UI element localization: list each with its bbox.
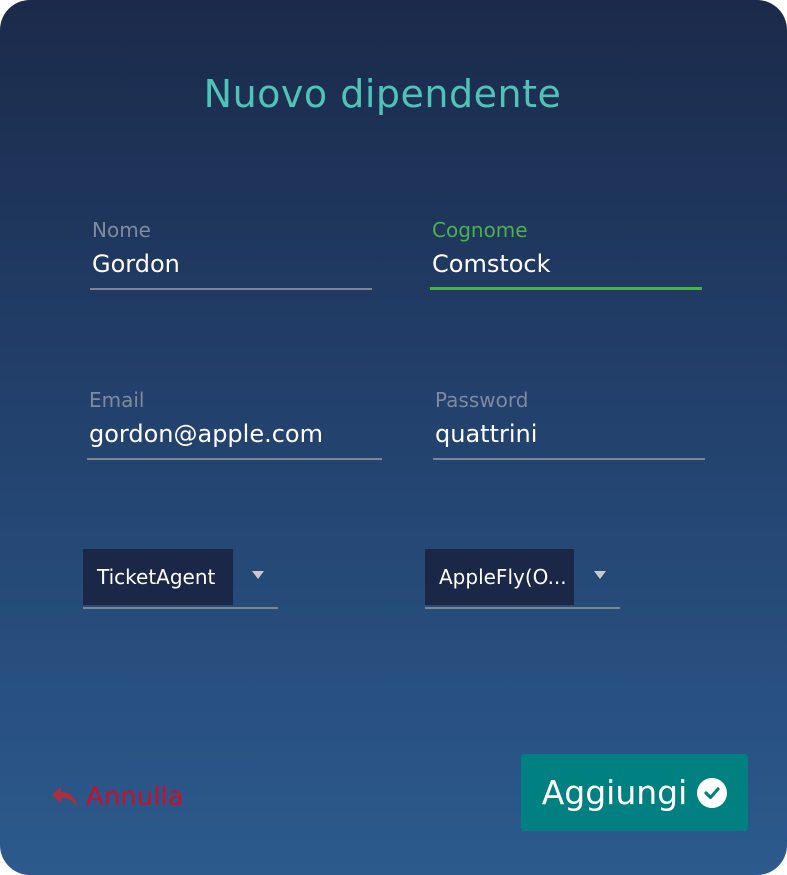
password-input[interactable]: quattrini bbox=[433, 420, 705, 460]
email-label: Email bbox=[89, 388, 145, 412]
chevron-down-icon bbox=[594, 571, 606, 579]
cancel-label: Annulla bbox=[86, 782, 184, 812]
cognome-input[interactable]: Comstock bbox=[430, 250, 702, 290]
add-label: Aggiungi bbox=[541, 773, 688, 812]
dialog-title: Nuovo dipendente bbox=[203, 72, 562, 116]
company-select[interactable]: AppleFly(O... bbox=[425, 549, 620, 609]
nome-label: Nome bbox=[92, 218, 151, 242]
cancel-button[interactable]: Annulla bbox=[50, 782, 184, 812]
email-field[interactable]: Email gordon@apple.com bbox=[87, 388, 382, 460]
email-input[interactable]: gordon@apple.com bbox=[87, 420, 382, 460]
cognome-field[interactable]: Cognome Comstock bbox=[430, 218, 702, 290]
company-select-value: AppleFly(O... bbox=[425, 549, 574, 605]
cognome-label: Cognome bbox=[432, 218, 528, 242]
check-circle-icon bbox=[697, 777, 728, 808]
nome-field[interactable]: Nome Gordon bbox=[90, 218, 372, 290]
chevron-down-icon bbox=[252, 571, 264, 579]
new-employee-dialog: Nuovo dipendente Nome Gordon Cognome Com… bbox=[0, 0, 787, 875]
add-button[interactable]: Aggiungi bbox=[521, 754, 748, 831]
password-field[interactable]: Password quattrini bbox=[433, 388, 705, 460]
undo-arrow-icon bbox=[52, 787, 77, 807]
role-select[interactable]: TicketAgent bbox=[83, 549, 278, 609]
password-label: Password bbox=[435, 388, 529, 412]
nome-input[interactable]: Gordon bbox=[90, 250, 372, 290]
role-select-value: TicketAgent bbox=[83, 549, 233, 605]
